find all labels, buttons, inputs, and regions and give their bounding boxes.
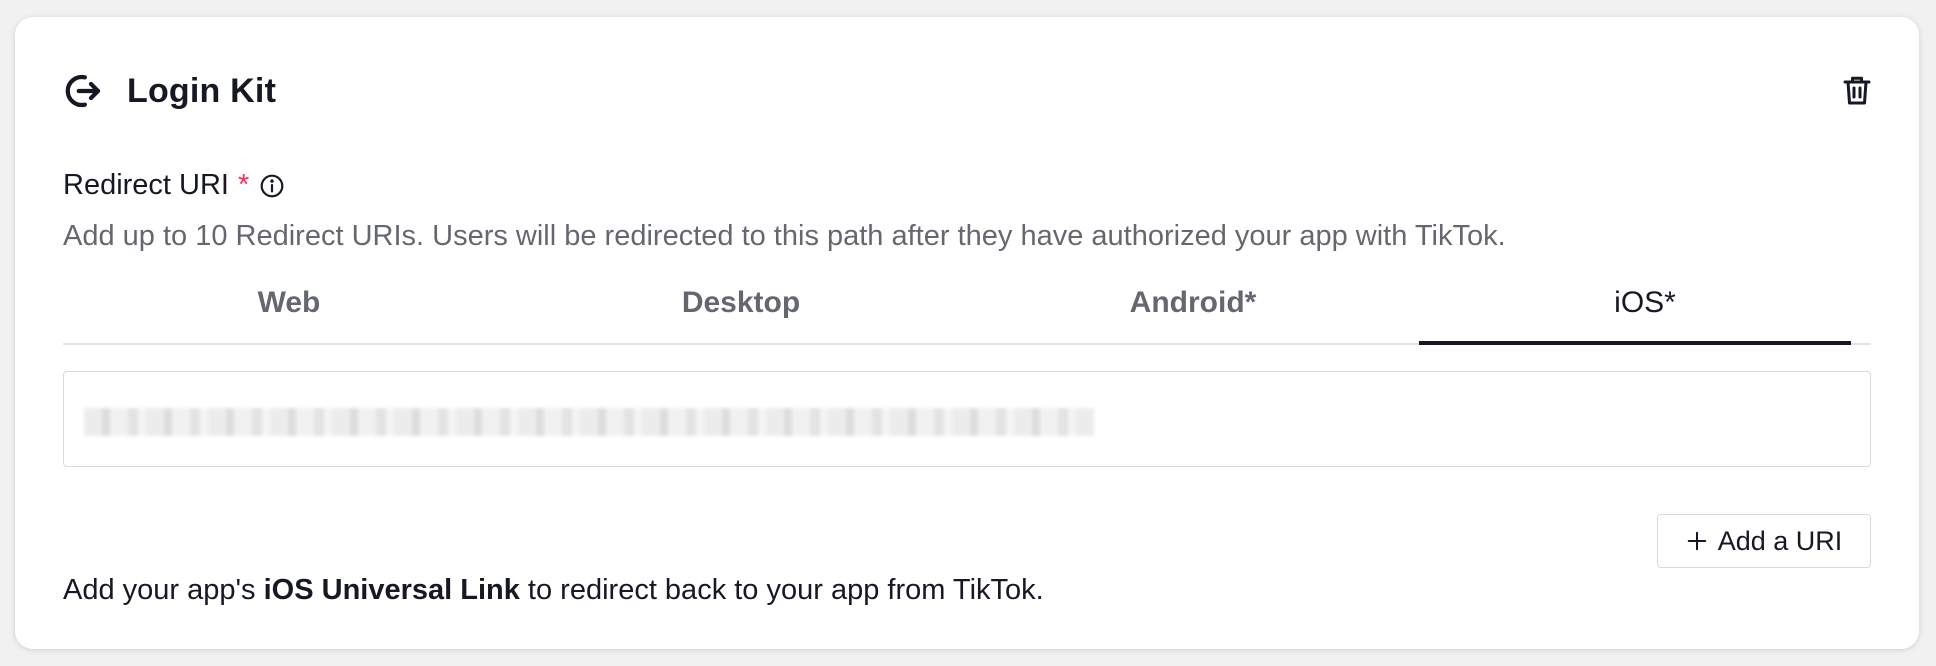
redirect-uri-input[interactable] (63, 371, 1871, 467)
logout-arrow-icon (63, 69, 107, 113)
trash-icon (1843, 76, 1871, 105)
add-uri-button[interactable]: Add a URI (1657, 514, 1871, 568)
tab-desktop[interactable]: Desktop (515, 269, 967, 343)
tab-web[interactable]: Web (63, 269, 515, 343)
tab-ios[interactable]: iOS* (1419, 269, 1871, 345)
tab-android[interactable]: Android* (967, 269, 1419, 343)
obscured-uri-value (84, 408, 1094, 436)
hint-suffix: to redirect back to your app from TikTok… (519, 574, 1044, 606)
hint-bold: iOS Universal Link (263, 574, 520, 606)
plus-icon (1686, 530, 1708, 552)
tab-label: Android* (1129, 286, 1257, 319)
platform-tabs: Web Desktop Android* iOS* (63, 269, 1871, 345)
tab-label: Desktop (681, 286, 801, 319)
delete-button[interactable] (1839, 73, 1875, 109)
tab-label: iOS* (1614, 286, 1676, 319)
card-header: Login Kit (63, 69, 276, 113)
ios-universal-link-hint: Add your app's iOS Universal Link to red… (63, 574, 1044, 607)
add-uri-label: Add a URI (1717, 525, 1843, 556)
redirect-uri-label: Redirect URI * (63, 169, 287, 202)
redirect-uri-description: Add up to 10 Redirect URIs. Users will b… (63, 220, 1506, 252)
hint-prefix: Add your app's (63, 574, 264, 606)
card-title: Login Kit (127, 71, 277, 110)
redirect-uri-label-text: Redirect URI (63, 169, 229, 201)
info-icon[interactable] (259, 172, 287, 200)
login-kit-card: Login Kit Redirect URI * Add up to 10 Re… (15, 17, 1919, 649)
required-mark: * (238, 169, 250, 201)
tab-label: Web (257, 286, 321, 319)
